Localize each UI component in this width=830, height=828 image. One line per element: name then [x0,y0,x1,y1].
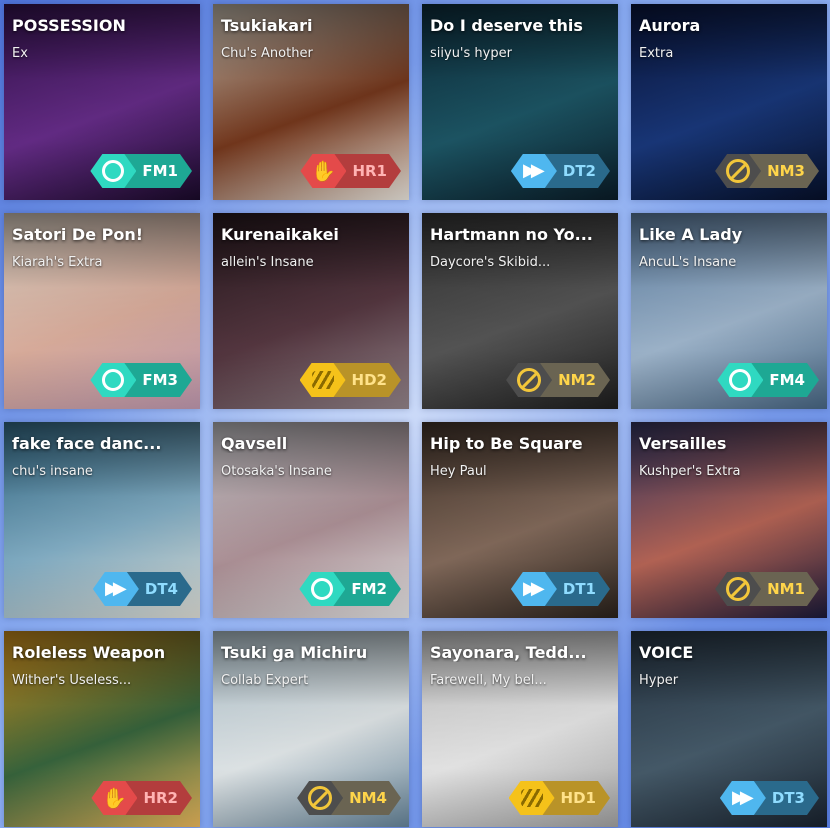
difficulty-name: Kiarah's Extra [12,255,103,270]
no-mod-icon-glyph [517,368,541,392]
map-card[interactable]: Like A Lady AncuL's Insane FM4 [631,213,827,409]
map-title: fake face danc... [12,434,162,453]
mod-slot-badge: ✋ HR2 [91,781,192,815]
map-card[interactable]: Hip to Be Square Hey Paul ▶▶ DT1 [422,422,618,618]
map-title: Roleless Weapon [12,643,166,662]
map-title: VOICE [639,643,694,662]
map-title: Qavsell [221,434,288,453]
mod-slot-badge: HD2 [300,363,401,397]
difficulty-name: Collab Expert [221,673,309,688]
mod-slot-badge: HD1 [509,781,610,815]
ring-icon-glyph [102,160,124,182]
map-title: Versailles [639,434,727,453]
mod-slot-badge: NM3 [715,154,819,188]
difficulty-name: chu's insane [12,464,93,479]
map-card[interactable]: VOICE Hyper ▶▶ DT3 [631,631,827,827]
map-title: Kurenaikakei [221,225,339,244]
map-card[interactable]: Qavsell Otosaka's Insane FM2 [213,422,409,618]
rock-hand-icon-glyph: ✋ [102,786,127,810]
no-mod-icon-glyph [726,577,750,601]
map-card[interactable]: Sayonara, Tedd... Farewell, My bel... HD1 [422,631,618,827]
difficulty-name: Kushper's Extra [639,464,741,479]
mod-slot-badge: FM1 [90,154,192,188]
mod-slot-badge: NM1 [715,572,819,606]
map-title: Sayonara, Tedd... [430,643,587,662]
mod-slot-badge: FM4 [717,363,819,397]
difficulty-name: Chu's Another [221,46,313,61]
map-card[interactable]: fake face danc... chu's insane ▶▶ DT4 [4,422,200,618]
mod-slot-badge: FM3 [90,363,192,397]
map-title: Tsukiakari [221,16,313,35]
mod-slot-badge: ✋ HR1 [300,154,401,188]
hidden-icon-glyph [312,371,334,389]
map-card[interactable]: Tsuki ga Michiru Collab Expert NM4 [213,631,409,827]
map-grid: POSSESSION Ex FM1 Tsukiakari Chu's Another ✋ H… [0,0,830,828]
map-title: Hip to Be Square [430,434,583,453]
map-title: Hartmann no Yo... [430,225,593,244]
map-title: Aurora [639,16,701,35]
ring-icon-glyph [102,369,124,391]
mod-slot-badge: ▶▶ DT4 [93,572,192,606]
map-card[interactable]: Do I deserve this siiyu's hyper ▶▶ DT2 [422,4,618,200]
map-card[interactable]: Satori De Pon! Kiarah's Extra FM3 [4,213,200,409]
map-title: POSSESSION [12,16,126,35]
map-card[interactable]: Versailles Kushper's Extra NM1 [631,422,827,618]
map-title: Tsuki ga Michiru [221,643,368,662]
no-mod-icon-glyph [726,159,750,183]
fast-forward-icon-glyph: ▶▶ [523,578,539,599]
mod-slot-badge: NM4 [297,781,401,815]
difficulty-name: Farewell, My bel... [430,673,547,688]
mod-slot-badge: ▶▶ DT3 [720,781,819,815]
no-mod-icon-glyph [308,786,332,810]
map-title: Do I deserve this [430,16,583,35]
map-title: Like A Lady [639,225,743,244]
difficulty-name: Hyper [639,673,679,688]
map-card[interactable]: Tsukiakari Chu's Another ✋ HR1 [213,4,409,200]
difficulty-name: Hey Paul [430,464,487,479]
difficulty-name: AncuL's Insane [639,255,737,270]
difficulty-name: Daycore's Skibid... [430,255,551,270]
difficulty-name: Extra [639,46,674,61]
fast-forward-icon-glyph: ▶▶ [732,787,748,808]
map-card[interactable]: Roleless Weapon Wither's Useless... ✋ HR2 [4,631,200,827]
mod-slot-badge: NM2 [506,363,610,397]
map-title: Satori De Pon! [12,225,144,244]
difficulty-name: Otosaka's Insane [221,464,332,479]
fast-forward-icon-glyph: ▶▶ [523,160,539,181]
difficulty-name: Ex [12,46,28,61]
mod-slot-badge: ▶▶ DT2 [511,154,610,188]
map-card[interactable]: Hartmann no Yo... Daycore's Skibid... NM2 [422,213,618,409]
rock-hand-icon-glyph: ✋ [311,159,336,183]
map-card[interactable]: POSSESSION Ex FM1 [4,4,200,200]
fast-forward-icon-glyph: ▶▶ [105,578,121,599]
mod-slot-badge: ▶▶ DT1 [511,572,610,606]
map-card[interactable]: Aurora Extra NM3 [631,4,827,200]
hidden-icon-glyph [521,789,543,807]
difficulty-name: siiyu's hyper [430,46,512,61]
ring-icon-glyph [311,578,333,600]
map-card[interactable]: Kurenaikakei allein's Insane HD2 [213,213,409,409]
difficulty-name: allein's Insane [221,255,314,270]
mod-slot-badge: FM2 [299,572,401,606]
ring-icon-glyph [729,369,751,391]
difficulty-name: Wither's Useless... [12,673,132,688]
